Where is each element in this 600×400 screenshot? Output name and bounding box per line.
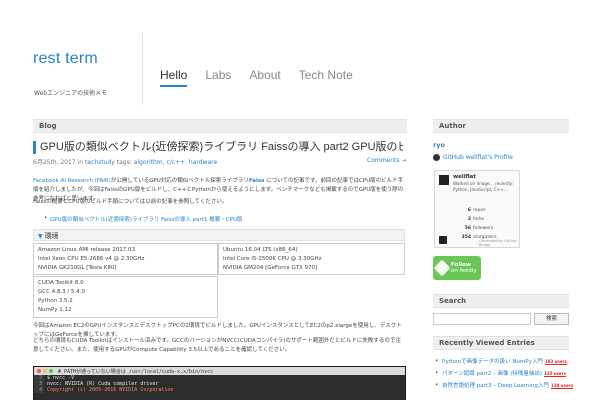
prev-note-paragraph: Faissの概要とCPU版のビルド手順については以前の記事を参照してください。 — [33, 199, 228, 205]
header-divider — [142, 33, 143, 105]
post-in-word: in — [77, 159, 84, 166]
hatena-count-badge[interactable]: 183 users — [544, 359, 567, 365]
close-dot-icon — [37, 369, 41, 373]
author-section-header: Author — [433, 119, 569, 133]
github-bio: Worked on image… recently: Python, JavaS… — [453, 181, 514, 192]
spec-line: Intel Xeon CPU E5-2686 v4 @ 2.30GHz — [38, 256, 145, 262]
viewed-entry[interactable]: 自然言語処理 part3 – Deep Learning入門138 users — [433, 380, 573, 392]
nav-item-hello[interactable]: Hello — [160, 68, 188, 87]
blog-section-header: Blog — [33, 119, 407, 133]
spec-line: Ubuntu 16.04 LTS (x86_64) — [223, 247, 298, 253]
spec-line: CUDA Toolkit 8.0 — [38, 280, 84, 286]
stat-forks: 2 forks — [467, 217, 485, 222]
author-name[interactable]: ryo — [433, 141, 445, 149]
spec-line: NVIDIA GM204 [GeForce GTX 970] — [223, 265, 318, 271]
site-title[interactable]: rest term — [33, 50, 98, 68]
maximize-dot-icon — [49, 369, 53, 373]
nav-item-labs[interactable]: Labs — [205, 68, 231, 87]
search-section-header: Search — [433, 294, 569, 308]
code-line: Copyright (c) 2005-2016 NVIDIA Corporati… — [47, 387, 174, 393]
environment-label: 環境 — [44, 232, 59, 240]
recently-viewed-header: Recently Viewed Entries — [433, 336, 569, 350]
search-button[interactable]: 検索 — [534, 313, 569, 325]
terminal-code: $ nvcc -V nvcc: NVIDIA (R) Cuda compiler… — [44, 375, 173, 393]
spec-line: Amazon Linux AMI release 2017.03 — [38, 247, 135, 253]
viewed-entry[interactable]: パターン認識 part2 – 画像 (特徴量抽出)125 users — [433, 368, 569, 380]
spec-box-software: CUDA Toolkit 8.0 GCC 4.8.3 / 5.4.0 Pytho… — [33, 276, 218, 318]
octocat-icon — [439, 236, 447, 244]
github-profile-link[interactable]: GitHub wellflat's Profile — [433, 154, 513, 161]
search-form: 検索 — [433, 313, 569, 325]
comments-link[interactable]: Comments → — [367, 157, 406, 164]
nav-item-about[interactable]: About — [249, 68, 280, 87]
github-avatar — [439, 175, 449, 185]
spec-box-ec2: Amazon Linux AMI release 2017.03 Intel X… — [33, 243, 218, 275]
prev-post-link[interactable]: GPU版の類似ベクトル(近傍探索)ライブラリ Faissの導入 part1 概要… — [44, 215, 242, 223]
main-nav: Hello Labs About Tech Note — [160, 68, 353, 87]
search-input[interactable] — [433, 313, 531, 325]
spec-line: GCC 4.8.3 / 5.4.0 — [38, 289, 86, 295]
post-tags-links[interactable]: algorithm, c/c++, hardware — [134, 159, 218, 166]
nav-item-tech-note[interactable]: Tech Note — [299, 68, 353, 87]
terminal-comment: # PATHが通っていない場合は /usr/local/cuda-x.x/bin… — [58, 368, 214, 375]
terminal-gutter: 2 3 4 — [34, 375, 44, 393]
recently-viewed-list: Pythonで画像データの扱い NumPy入門183 users パターン認識 … — [433, 356, 573, 392]
post-date: 6月25th, 2017 — [33, 159, 76, 166]
github-badge-credit: Generated by GitHub Badge — [479, 239, 517, 247]
code-terminal: # PATHが通っていない場合は /usr/local/cuda-x.x/bin… — [33, 366, 406, 400]
stat-followers: 56 followers — [464, 226, 494, 231]
cuda-note-paragraph: どちらの環境もCUDA Toolkitはインストール済みです。GCCのバージョン… — [33, 338, 401, 353]
terminal-title-bar: # PATHが通っていない場合は /usr/local/cuda-x.x/bin… — [34, 367, 405, 375]
feedly-line-2: on feedly — [451, 268, 477, 274]
post-meta: 6月25th, 2017 in techstudy tags: algorith… — [33, 157, 217, 166]
terminal-lines: 2 3 4 $ nvcc -V nvcc: NVIDIA (R) Cuda co… — [34, 375, 405, 393]
hatena-count-badge[interactable]: 125 users — [544, 371, 567, 377]
feedly-icon — [433, 259, 451, 277]
intro-text-1: が公開しているGPU対応の類似ベクトル探索ライブラリ — [110, 178, 249, 184]
collapse-triangle-icon: ▼ — [38, 233, 43, 240]
github-stats: 6 repos 2 forks 56 followers 354 stargazers — [457, 206, 497, 242]
hatena-count-badge[interactable]: 138 users — [550, 383, 573, 389]
github-username: wellflat — [453, 174, 476, 180]
spec-line: NVIDIA GK210GL [Tesla K80] — [38, 265, 117, 271]
spec-line: NumPy 1.12 — [38, 307, 72, 313]
feedly-label: Follow on feedly — [451, 262, 477, 275]
faiss-link[interactable]: Faiss — [249, 178, 265, 184]
github-badge-card[interactable]: wellflat Worked on image… recently: Pyth… — [434, 170, 520, 248]
github-icon — [433, 154, 440, 161]
site-description: Webエンジニアの技術メモ — [34, 90, 108, 97]
follow-on-feedly-button[interactable]: Follow on feedly — [433, 256, 481, 280]
environment-header[interactable]: ▼ 環境 — [33, 229, 405, 241]
minimize-dot-icon — [43, 369, 47, 373]
post-category-link[interactable]: techstudy — [85, 159, 115, 166]
github-profile-label: GitHub wellflat's Profile — [443, 154, 513, 161]
fair-link[interactable]: Facebook AI Research (FAIR) — [33, 178, 111, 184]
spec-line: Python 3.5.2 — [38, 298, 73, 304]
viewed-entry[interactable]: Pythonで画像データの扱い NumPy入門183 users — [433, 356, 569, 368]
line-number: 4 — [38, 387, 42, 393]
post-title[interactable]: GPU版の類似ベクトル(近傍探索)ライブラリ Faissの導入 part2 GP… — [33, 141, 403, 154]
stat-repos: 6 repos — [467, 208, 486, 213]
spec-box-desktop: Ubuntu 16.04 LTS (x86_64) Intel Core i5-… — [218, 243, 405, 275]
spec-line: Intel Core i5-2500K CPU @ 3.30GHz — [223, 256, 322, 262]
post-tags-prefix: tags: — [116, 159, 132, 166]
